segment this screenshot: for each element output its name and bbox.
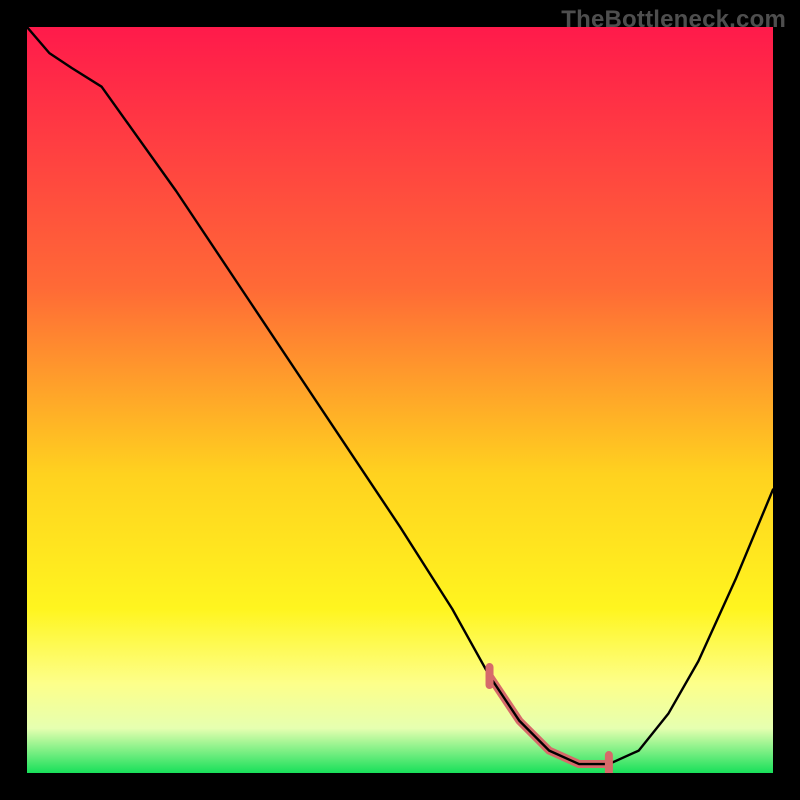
chart-frame: TheBottleneck.com	[0, 0, 800, 800]
watermark-label: TheBottleneck.com	[561, 6, 786, 34]
bottleneck-chart	[27, 27, 773, 773]
